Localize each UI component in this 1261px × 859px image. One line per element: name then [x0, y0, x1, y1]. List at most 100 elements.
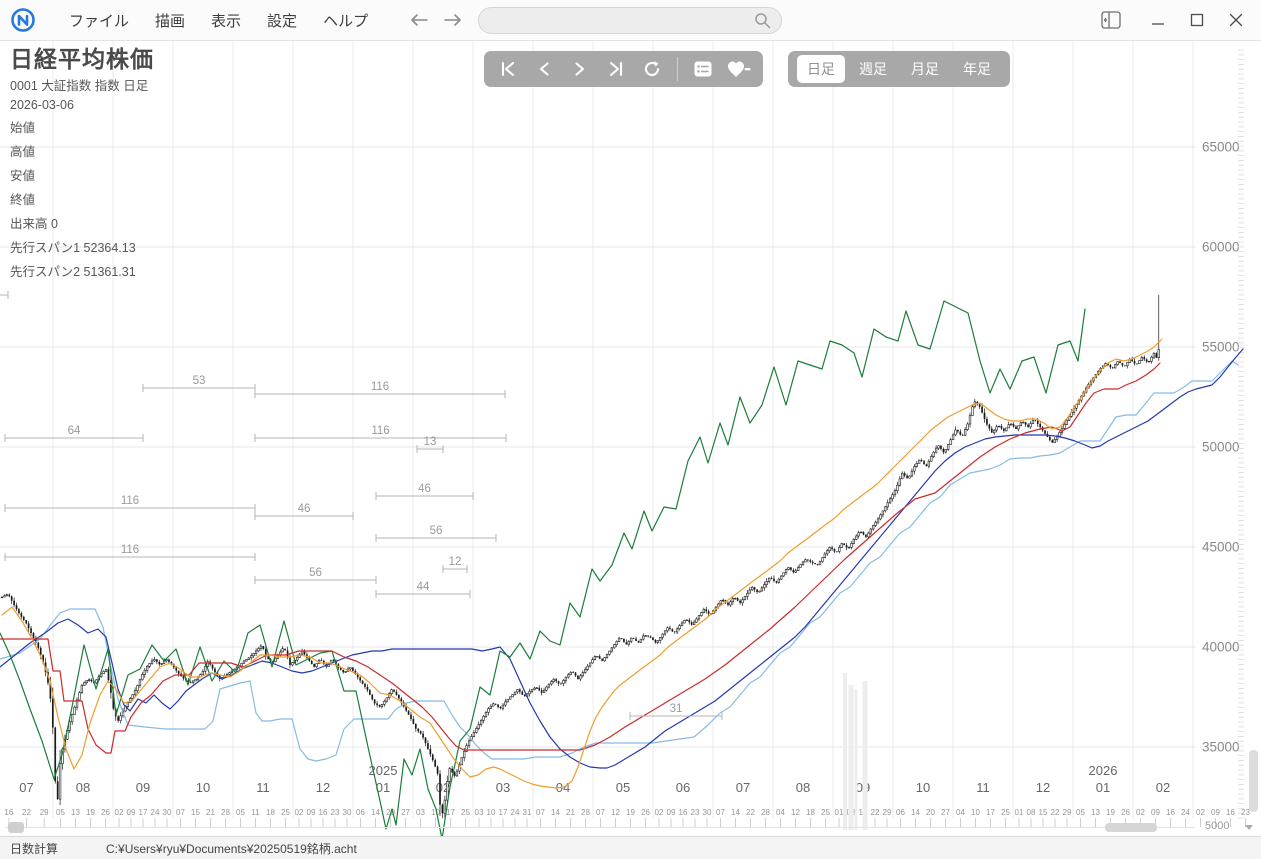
timeframe-button-3[interactable]: 年足: [953, 55, 1001, 83]
svg-text:01: 01: [1015, 808, 1024, 817]
menu-item-1[interactable]: 描画: [142, 4, 198, 37]
timeframe-button-1[interactable]: 週足: [849, 55, 897, 83]
svg-text:26: 26: [1121, 808, 1130, 817]
info-field: 終値: [10, 189, 154, 208]
svg-text:29: 29: [40, 808, 49, 817]
svg-text:60000: 60000: [1202, 240, 1240, 255]
svg-text:02: 02: [1196, 808, 1205, 817]
svg-text:25: 25: [461, 808, 470, 817]
svg-text:07: 07: [716, 808, 725, 817]
svg-text:02: 02: [295, 808, 304, 817]
search-box[interactable]: [478, 7, 782, 34]
menu-item-3[interactable]: 設定: [254, 4, 310, 37]
bar-count-value[interactable]: 5000: [1205, 820, 1229, 832]
favorite-remove-button[interactable]: [722, 54, 756, 84]
span-a-line: [0, 349, 1243, 768]
horizontal-scroll-row: 5000: [0, 819, 1261, 836]
svg-text:46: 46: [298, 503, 311, 515]
forward-arrow-icon[interactable]: [439, 6, 467, 34]
status-mode-label: 日数計算: [10, 840, 58, 857]
status-bar: 日数計算 C:¥Users¥ryu¥Documents¥20250519銘柄.a…: [0, 836, 1261, 859]
price-chart[interactable]: 6500060000550005000045000400003500007162…: [0, 0, 1261, 858]
timeframe-button-0[interactable]: 日足: [797, 55, 845, 83]
svg-text:01: 01: [835, 808, 844, 817]
minimize-button[interactable]: [1143, 6, 1173, 34]
svg-text:20: 20: [926, 808, 935, 817]
scroll-thumb[interactable]: [8, 822, 24, 833]
info-field: 高値: [10, 141, 154, 160]
svg-text:16: 16: [679, 808, 688, 817]
svg-text:09: 09: [667, 808, 676, 817]
svg-text:14: 14: [371, 808, 380, 817]
skip-first-button[interactable]: [491, 54, 525, 84]
bar-count-dropdown-icon[interactable]: [1245, 825, 1253, 830]
timeframe-button-2[interactable]: 月足: [901, 55, 949, 83]
refresh-button[interactable]: [635, 54, 669, 84]
svg-text:09: 09: [1151, 808, 1160, 817]
svg-text:116: 116: [371, 425, 389, 437]
svg-text:03: 03: [496, 780, 510, 795]
svg-text:02: 02: [1156, 780, 1170, 795]
svg-text:05: 05: [236, 808, 245, 817]
maximize-button[interactable]: [1182, 6, 1212, 34]
svg-text:03: 03: [475, 808, 484, 817]
svg-text:40000: 40000: [1202, 640, 1240, 655]
svg-text:65000: 65000: [1202, 140, 1240, 155]
vertical-scrollbar-thumb[interactable]: [1249, 750, 1258, 812]
svg-text:27: 27: [401, 808, 410, 817]
step-forward-button[interactable]: [563, 54, 597, 84]
toolbar-divider: [677, 57, 678, 81]
svg-text:07: 07: [596, 808, 605, 817]
svg-text:64: 64: [68, 425, 81, 437]
scroll-track[interactable]: [5, 827, 1195, 828]
svg-text:13: 13: [1091, 808, 1100, 817]
svg-text:14: 14: [731, 808, 740, 817]
svg-text:21: 21: [566, 808, 575, 817]
app-logo-icon: [10, 7, 36, 33]
svg-text:08: 08: [796, 780, 810, 795]
svg-text:28: 28: [761, 808, 770, 817]
quote-info-panel: 日経平均株価 0001 大証指数 指数 日足 2026-03-06 始値高値安値…: [10, 46, 154, 280]
watchlist-table-button[interactable]: [686, 54, 720, 84]
svg-text:10: 10: [487, 808, 496, 817]
svg-text:08: 08: [76, 780, 90, 795]
svg-text:02: 02: [1136, 808, 1145, 817]
instrument-title: 日経平均株価: [10, 46, 154, 72]
menu-item-2[interactable]: 表示: [198, 4, 254, 37]
svg-text:07: 07: [176, 808, 185, 817]
menu-item-0[interactable]: ファイル: [56, 4, 142, 37]
svg-text:56: 56: [430, 525, 443, 537]
instrument-subtitle: 0001 大証指数 指数 日足: [10, 75, 154, 94]
zoom-slider-thumb[interactable]: [1105, 823, 1157, 832]
svg-text:116: 116: [121, 544, 139, 556]
back-arrow-icon[interactable]: [405, 6, 433, 34]
svg-text:12: 12: [316, 780, 330, 795]
svg-text:11: 11: [256, 780, 270, 795]
search-icon: [754, 12, 771, 29]
step-back-button[interactable]: [527, 54, 561, 84]
svg-text:07: 07: [736, 780, 750, 795]
svg-text:09: 09: [136, 780, 150, 795]
svg-text:35000: 35000: [1202, 740, 1240, 755]
svg-text:16: 16: [4, 808, 13, 817]
svg-text:30: 30: [343, 808, 352, 817]
span-b-line: [0, 361, 1238, 761]
svg-text:08: 08: [1027, 808, 1036, 817]
skip-last-button[interactable]: [599, 54, 633, 84]
search-input[interactable]: [479, 13, 754, 28]
quote-date: 2026-03-06: [10, 98, 154, 112]
timeframe-toolbar: 日足週足月足年足: [788, 51, 1010, 87]
svg-text:02: 02: [115, 808, 124, 817]
svg-text:07: 07: [19, 780, 33, 795]
svg-text:19: 19: [1106, 808, 1115, 817]
menu-item-4[interactable]: ヘルプ: [310, 4, 381, 37]
svg-text:31: 31: [523, 808, 532, 817]
svg-text:19: 19: [626, 808, 635, 817]
panel-toggle-icon[interactable]: [1096, 6, 1126, 34]
svg-text:06: 06: [676, 780, 690, 795]
close-button[interactable]: [1221, 6, 1251, 34]
svg-text:11: 11: [976, 780, 990, 795]
svg-text:25: 25: [821, 808, 830, 817]
svg-text:06: 06: [356, 808, 365, 817]
svg-text:22: 22: [1051, 808, 1060, 817]
